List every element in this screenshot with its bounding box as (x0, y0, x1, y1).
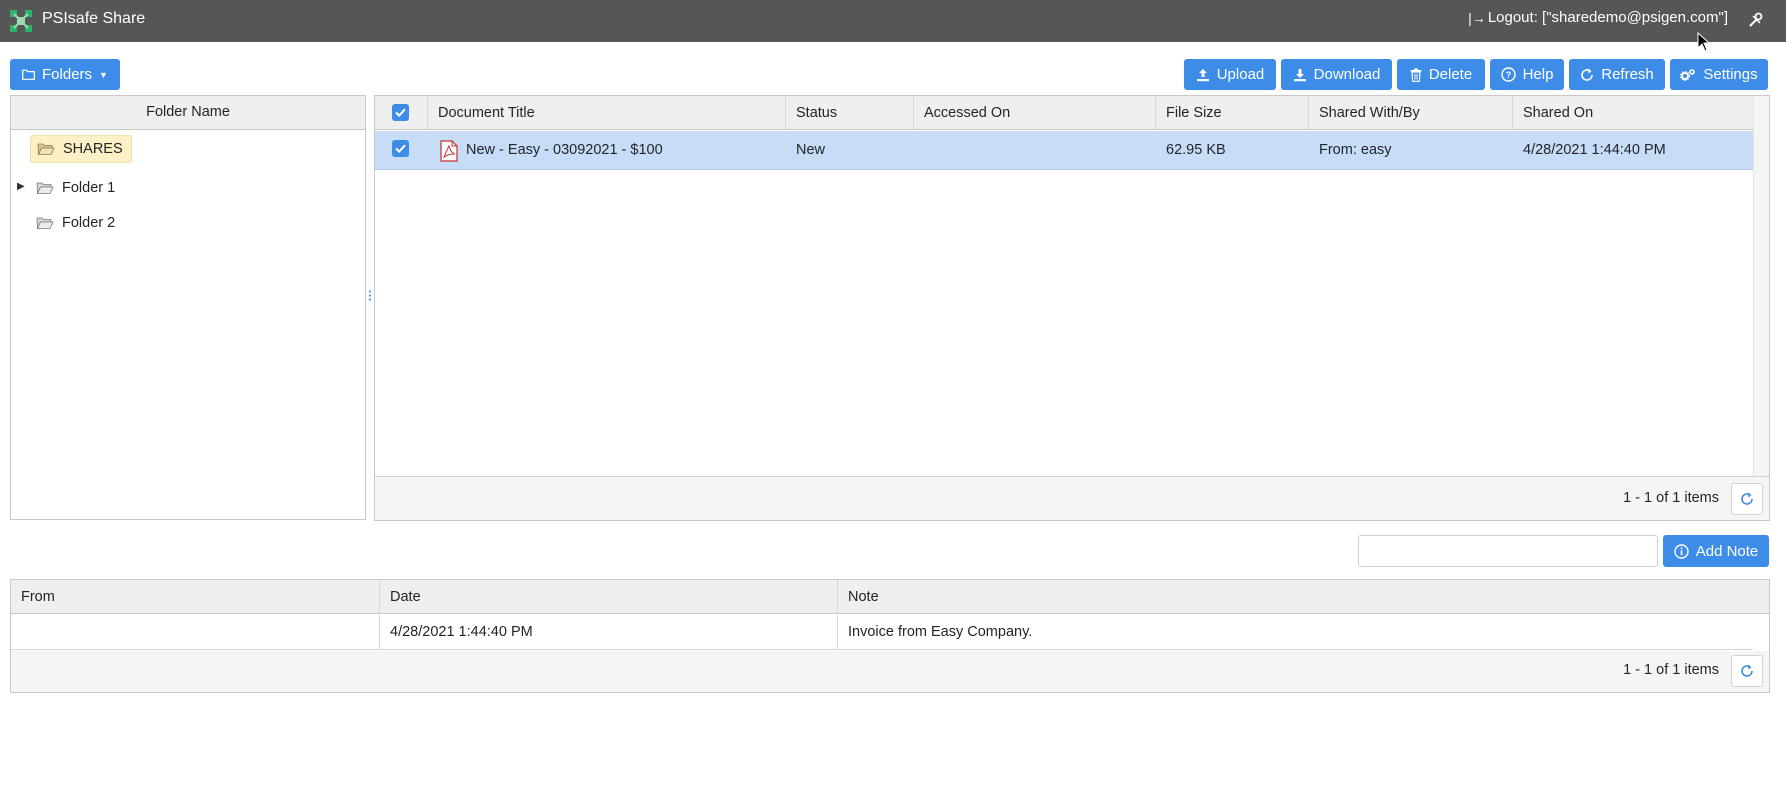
trash-icon (1410, 68, 1422, 82)
column-header-date[interactable]: Date (379, 580, 837, 614)
column-header-shared-with-by[interactable]: Shared With/By (1308, 96, 1512, 130)
table-row[interactable]: New - Easy - 03092021 - $100 New 62.95 K… (375, 131, 1753, 170)
select-all-checkbox[interactable] (392, 104, 409, 121)
expand-arrow-icon[interactable]: ▶ (17, 181, 25, 192)
info-icon (1674, 543, 1689, 559)
vertical-scrollbar[interactable] (1753, 96, 1769, 476)
notes-grid: From Date Note 4/28/2021 1:44:40 PM Invo… (10, 579, 1770, 693)
upload-label: Upload (1216, 66, 1265, 83)
mouse-cursor-icon (1697, 32, 1711, 52)
shared-with-by-cell: From: easy (1308, 131, 1512, 170)
pager-info: 1 - 1 of 1 items (1623, 662, 1719, 678)
refresh-icon (1741, 664, 1753, 677)
logout-icon: |→ (1468, 9, 1486, 26)
row-checkbox[interactable] (392, 140, 409, 157)
note-from-cell (11, 615, 379, 650)
column-header-status[interactable]: Status (785, 96, 913, 130)
notes-header: From Date Note (11, 580, 1769, 614)
top-bar: PSIsafe Share |→ Logout: ["sharedemo@psi… (0, 0, 1786, 42)
column-header-from[interactable]: From (11, 580, 379, 614)
column-header-accessed-on[interactable]: Accessed On (913, 96, 1155, 130)
refresh-icon (1581, 68, 1594, 81)
help-icon: ? (1500, 67, 1516, 82)
app-logo-icon (10, 10, 32, 32)
logout-label: Logout: ["sharedemo@psigen.com"] (1487, 9, 1728, 26)
column-header-document-title[interactable]: Document Title (427, 96, 785, 130)
folder-open-icon (36, 217, 54, 229)
logout-link[interactable]: |→ Logout: ["sharedemo@psigen.com"] (1468, 9, 1728, 26)
folder-item-folder-1[interactable]: Folder 1 (36, 173, 115, 203)
settings-button[interactable]: Settings (1670, 59, 1768, 90)
folder-item-shares[interactable]: SHARES (30, 134, 132, 164)
document-title: New - Easy - 03092021 - $100 (466, 142, 663, 158)
download-label: Download (1313, 66, 1381, 83)
app-title: PSIsafe Share (42, 10, 146, 27)
column-header-note[interactable]: Note (837, 580, 1753, 614)
download-button[interactable]: Download (1281, 59, 1392, 90)
folder-open-icon (37, 143, 55, 155)
shared-on-cell: 4/28/2021 1:44:40 PM (1512, 131, 1753, 170)
notes-pager: 1 - 1 of 1 items (11, 651, 1769, 692)
documents-grid: Document Title Status Accessed On File S… (374, 95, 1770, 521)
folder-open-icon (36, 182, 54, 194)
download-icon (1293, 68, 1306, 81)
accessed-on-cell (913, 131, 1155, 170)
folder-item-folder-2[interactable]: Folder 2 (36, 208, 115, 238)
note-date-cell: 4/28/2021 1:44:40 PM (379, 615, 837, 650)
column-header-file-size[interactable]: File Size (1155, 96, 1308, 130)
folder-item-label: Folder 1 (62, 180, 116, 196)
note-input[interactable] (1358, 535, 1658, 567)
help-button[interactable]: ? Help (1490, 59, 1564, 90)
status-cell: New (785, 131, 913, 170)
svg-text:?: ? (1505, 70, 1511, 80)
refresh-label: Refresh (1601, 66, 1654, 83)
tools-icon[interactable] (1746, 11, 1764, 29)
notes-refresh-button[interactable] (1731, 655, 1763, 687)
folder-item-label: SHARES (63, 141, 123, 157)
folders-label: Folders (42, 66, 93, 83)
settings-label: Settings (1703, 66, 1758, 83)
gears-icon (1680, 68, 1696, 81)
help-label: Help (1522, 66, 1554, 83)
document-title-cell[interactable]: New - Easy - 03092021 - $100 (427, 131, 785, 170)
delete-label: Delete (1428, 66, 1473, 83)
refresh-icon (1741, 492, 1753, 505)
refresh-button[interactable]: Refresh (1569, 59, 1665, 90)
documents-header: Document Title Status Accessed On File S… (375, 96, 1769, 130)
grid-refresh-button[interactable] (1731, 483, 1763, 515)
caret-down-icon: ▼ (99, 69, 108, 80)
pager-info: 1 - 1 of 1 items (1623, 490, 1719, 506)
delete-button[interactable]: Delete (1397, 59, 1485, 90)
documents-pager: 1 - 1 of 1 items (375, 476, 1769, 520)
folder-item-label: Folder 2 (62, 215, 116, 231)
add-note-button[interactable]: Add Note (1663, 535, 1769, 567)
column-header-shared-on[interactable]: Shared On (1512, 96, 1753, 130)
upload-button[interactable]: Upload (1184, 59, 1276, 90)
pdf-icon (440, 140, 458, 162)
panel-splitter[interactable]: · · · (368, 285, 372, 306)
table-row[interactable]: 4/28/2021 1:44:40 PM Invoice from Easy C… (11, 615, 1753, 650)
file-size-cell: 62.95 KB (1155, 131, 1308, 170)
upload-icon (1196, 68, 1209, 81)
folders-dropdown-button[interactable]: Folders ▼ (10, 59, 120, 90)
folder-name-header: Folder Name (11, 96, 365, 130)
folder-tree-panel: Folder Name SHARES ▶ Folder 1 Folder 2 (10, 95, 366, 520)
add-note-label: Add Note (1695, 542, 1759, 560)
note-text-cell: Invoice from Easy Company. (837, 615, 1753, 650)
folder-icon (22, 69, 35, 80)
